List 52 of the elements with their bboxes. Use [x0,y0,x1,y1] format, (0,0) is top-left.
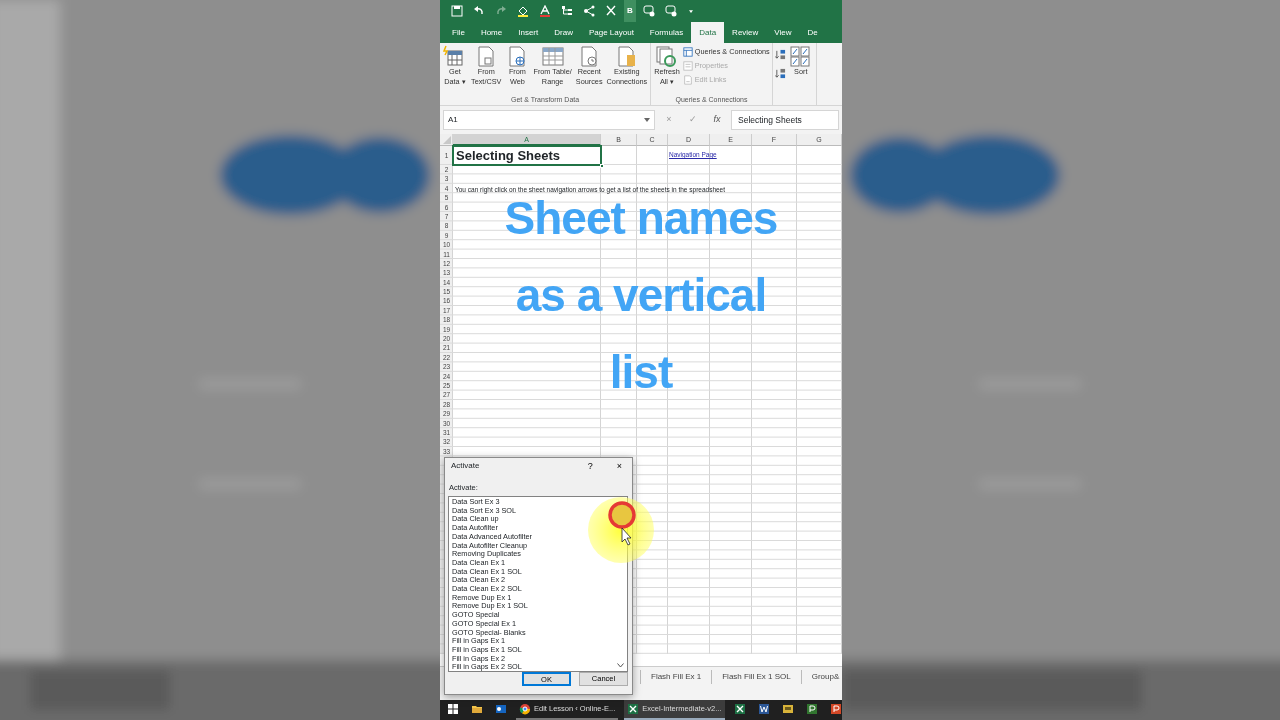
active-cell-outline[interactable]: Selecting Sheets [453,146,601,165]
undo-icon [473,5,485,17]
mail-app-icon [495,703,507,715]
ribbon-tab[interactable]: Insert [510,22,547,43]
panel-icon [682,47,693,57]
browser-icon [519,703,531,715]
sheet-list[interactable] [448,496,628,672]
caption-text: as a vertical [515,269,767,321]
dialog-title: Activate [451,460,481,472]
presentation-app-icon [829,703,842,715]
word-app-icon [757,703,770,715]
caption-text: list [609,346,673,398]
windows-icon [447,703,459,715]
ribbon-tab[interactable]: View [766,22,800,43]
shape-icon [642,5,655,17]
sort-ascending-icon [774,49,786,60]
sort-descending-icon [774,68,786,79]
cross-icon [605,5,617,17]
close-button[interactable]: × [612,459,626,473]
caret-icon [644,118,650,122]
save-icon [451,5,463,17]
ribbon-tab[interactable]: Review [724,22,767,43]
ribbon-tab[interactable]: Page Layout [580,22,642,43]
help-button[interactable]: ? [583,459,597,473]
ribbon-tab[interactable]: File [444,22,473,43]
share-icon [583,5,595,17]
project-app-icon [805,703,818,715]
redo-icon [495,5,507,17]
sheet-tab[interactable]: Flash Fill Ex 1 [640,670,712,684]
bold-button[interactable]: B [624,0,636,22]
ribbon-tab[interactable]: Draw [546,22,581,43]
hierarchy-icon [561,5,573,17]
shape-icon [664,5,677,17]
insert-function-button[interactable]: fx [707,113,727,127]
scroll-down-icon[interactable] [617,663,624,668]
folder-icon [471,703,483,715]
ribbon-tab[interactable]: De [799,22,826,43]
ribbon-tab[interactable]: Data [691,22,725,43]
spreadsheet-app-icon [627,703,640,715]
ribbon-tab[interactable]: Home [472,22,511,43]
name-box[interactable]: A1 [443,110,655,130]
font-color-icon [539,5,551,17]
spreadsheet-app-icon [733,703,746,715]
formula-field[interactable]: Selecting Sheets [731,110,839,130]
document-icon [682,75,693,85]
ribbon-tab[interactable]: Formulas [641,22,692,43]
app-icon [781,703,794,715]
sheet-title: Selecting Sheets [455,148,561,163]
fill-bucket-icon [517,5,529,17]
list-icon [682,61,693,71]
fill-handle[interactable] [600,164,604,168]
sheet-tab[interactable]: Flash Fill Ex 1 SOL [711,670,801,684]
